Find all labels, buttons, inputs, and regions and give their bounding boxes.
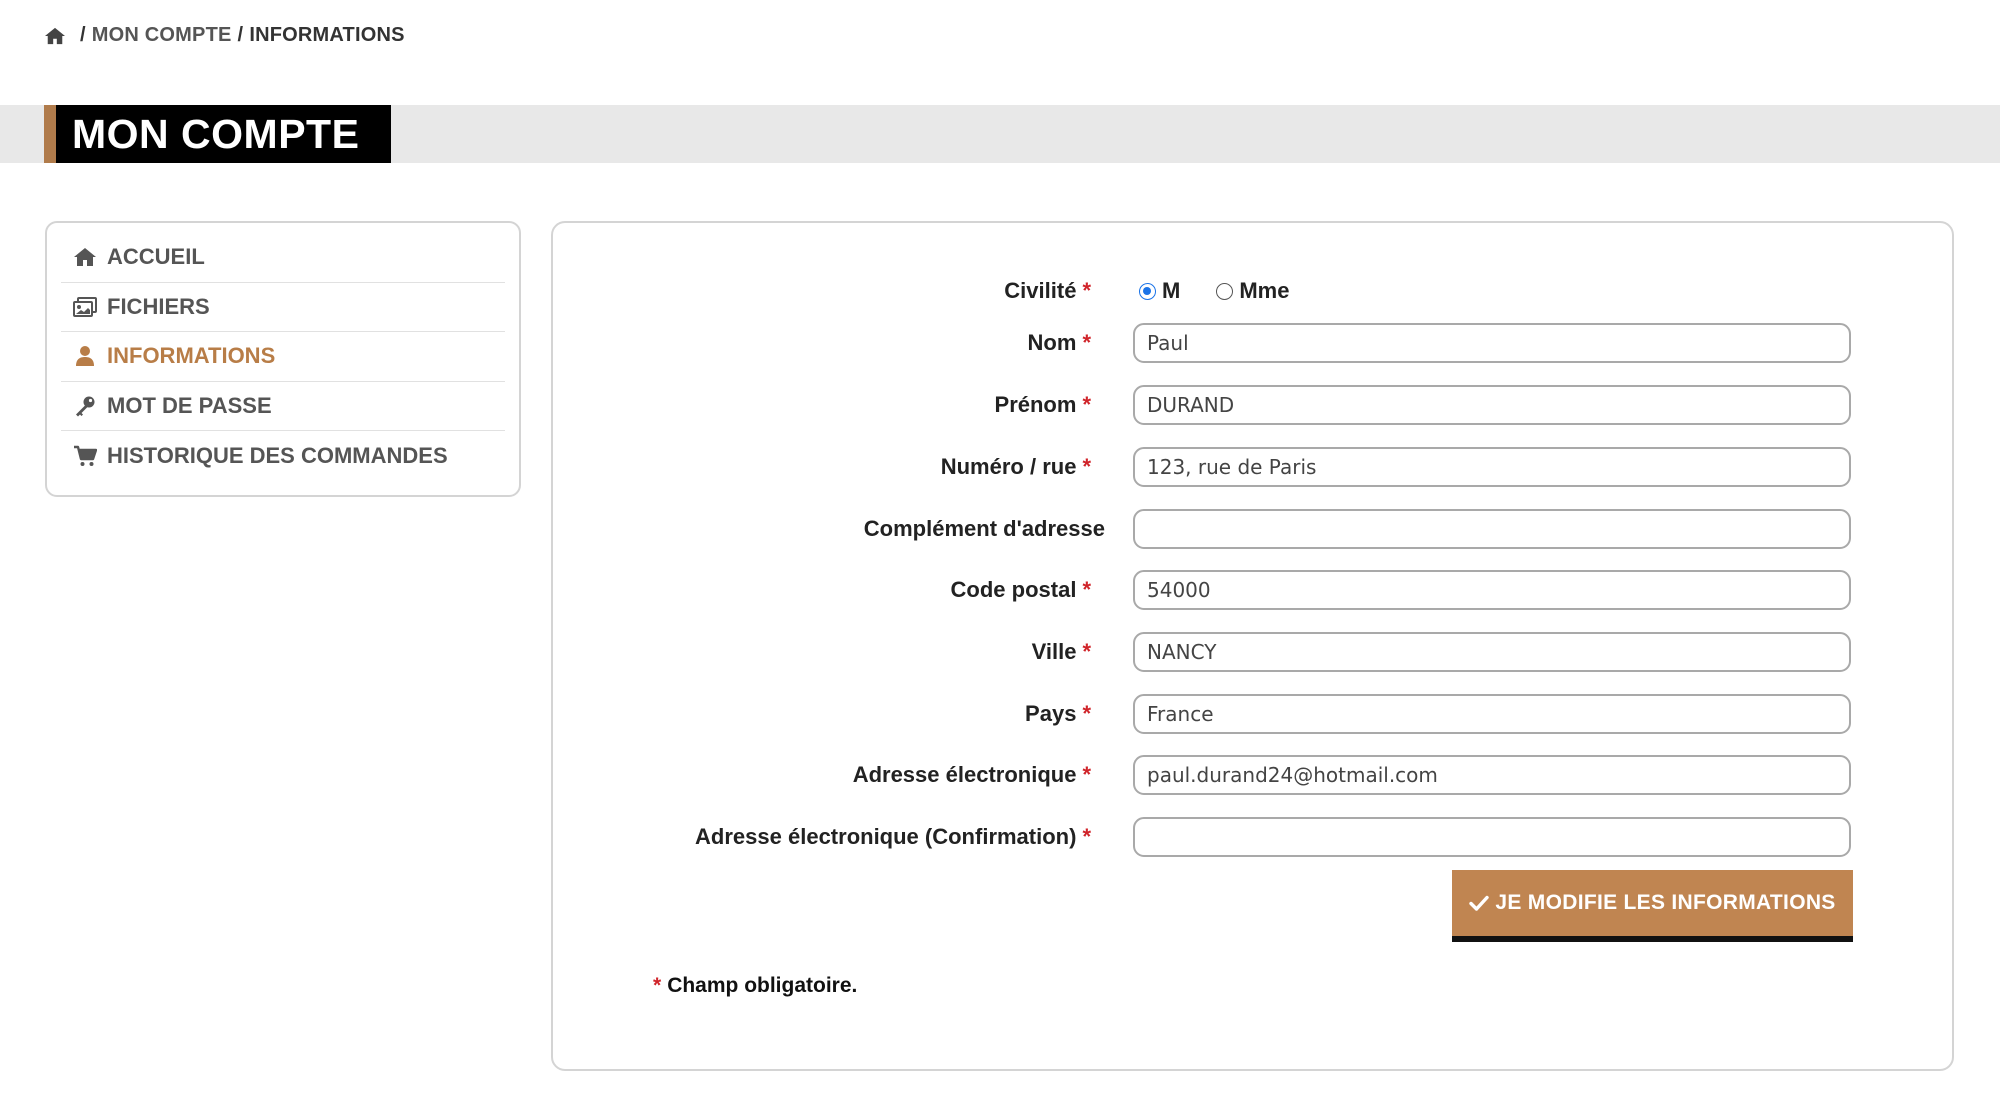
required-marker: *: [1082, 577, 1091, 602]
sidebar-item-label: HISTORIQUE DES COMMANDES: [107, 442, 448, 468]
complement-adresse-label: Complément d'adresse: [863, 516, 1105, 541]
required-marker: *: [1082, 278, 1091, 303]
code-postal-label: Code postal *: [950, 577, 1091, 602]
required-marker: *: [653, 974, 662, 997]
form-row-prenom: Prénom *: [553, 383, 1952, 427]
civilite-radio-group: M Mme: [1139, 278, 1325, 304]
sidebar-item-label: INFORMATIONS: [107, 343, 276, 369]
sidebar-item-label: MOT DE PASSE: [107, 392, 272, 418]
complement-adresse-input[interactable]: [1133, 509, 1851, 549]
form-row-pays: Pays *: [553, 692, 1952, 736]
form-row-numero-rue: Numéro / rue *: [553, 445, 1952, 489]
informations-form-panel: Civilité* M Mme Nom* Prénom* Numéro / ru…: [551, 221, 1954, 1071]
sidebar-item-historique-des-commandes[interactable]: HISTORIQUE DES COMMANDES: [61, 431, 505, 481]
adresse-electronique-confirmation-label: Adresse électronique (Confirmation) *: [695, 824, 1091, 849]
sidebar-item-label: ACCUEIL: [107, 244, 205, 270]
numero-rue-label: Numéro / rue *: [940, 454, 1091, 479]
breadcrumb-informations: INFORMATIONS: [249, 24, 405, 46]
pays-label: Pays *: [1025, 701, 1091, 726]
submit-button[interactable]: JE MODIFIE LES INFORMATIONS: [1452, 870, 1853, 942]
email-confirmation-input[interactable]: [1133, 817, 1851, 857]
required-marker: *: [1082, 454, 1091, 479]
required-marker: *: [1082, 330, 1091, 355]
page-title: MON COMPTE: [72, 110, 360, 157]
user-icon: [76, 346, 94, 367]
required-marker: *: [1082, 762, 1091, 787]
numero-rue-input[interactable]: [1133, 447, 1851, 487]
sidebar-item-label: FICHIERS: [107, 293, 210, 319]
required-marker: *: [1082, 701, 1091, 726]
form-row-ville: Ville *: [553, 630, 1952, 674]
page-title-box: MON COMPTE: [56, 105, 391, 163]
key-icon: [76, 396, 95, 417]
sidebar-item-accueil[interactable]: ACCUEIL: [61, 233, 505, 283]
civilite-option-mme[interactable]: Mme: [1216, 278, 1289, 304]
civilite-option-m[interactable]: M: [1139, 278, 1180, 304]
prenom-input[interactable]: [1133, 385, 1851, 425]
form-row-adresse-electronique: Adresse électronique *: [553, 753, 1952, 797]
images-icon: [73, 296, 97, 317]
form-row-complement-adresse: Complément d'adresse: [553, 507, 1952, 551]
radio-button-checked[interactable]: [1139, 282, 1156, 300]
breadcrumb-separator: /: [80, 24, 86, 46]
adresse-electronique-label: Adresse électronique *: [852, 762, 1091, 787]
required-fields-note: * Champ obligatoire.: [653, 974, 857, 998]
sidebar-item-fichiers[interactable]: FICHIERS: [61, 283, 505, 332]
radio-button[interactable]: [1216, 282, 1234, 300]
check-icon: [1469, 895, 1490, 911]
required-marker: *: [1082, 392, 1091, 417]
sidebar-item-informations[interactable]: INFORMATIONS: [61, 332, 505, 382]
breadcrumb-separator: /: [237, 24, 244, 46]
form-row-code-postal: Code postal *: [553, 568, 1952, 612]
form-row-adresse-electronique-confirmation: Adresse électronique (Confirmation) *: [553, 815, 1952, 859]
submit-button-label: JE MODIFIE LES INFORMATIONS: [1495, 891, 1836, 914]
radio-label: M: [1162, 278, 1181, 303]
required-marker: *: [1082, 824, 1091, 849]
breadcrumb: / MON COMPTE / INFORMATIONS: [44, 24, 405, 47]
home-icon: [74, 248, 96, 267]
prenom-label: Prénom *: [994, 392, 1091, 417]
required-marker: *: [1082, 639, 1091, 664]
form-row-nom: Nom *: [553, 321, 1952, 365]
nom-label: Nom *: [1027, 330, 1091, 355]
account-sidebar: ACCUEIL FICHIERS INFORMATIONS MOT DE PAS…: [45, 221, 521, 497]
cart-icon: [74, 445, 97, 466]
ville-input[interactable]: [1133, 632, 1851, 672]
sidebar-item-mot-de-passe[interactable]: MOT DE PASSE: [61, 382, 505, 431]
required-note-text: Champ obligatoire.: [667, 974, 858, 997]
breadcrumb-mon-compte[interactable]: MON COMPTE: [92, 24, 232, 47]
radio-label: Mme: [1239, 278, 1290, 303]
pays-input[interactable]: [1133, 694, 1851, 734]
ville-label: Ville *: [1031, 639, 1091, 664]
civilite-label: Civilité *: [1004, 278, 1091, 303]
form-row-civilite: Civilité * M Mme: [553, 269, 1952, 313]
title-accent-bar: [44, 105, 56, 163]
nom-input[interactable]: [1133, 323, 1851, 363]
home-icon[interactable]: [44, 26, 66, 46]
code-postal-input[interactable]: [1133, 570, 1851, 610]
email-input[interactable]: [1133, 755, 1851, 795]
